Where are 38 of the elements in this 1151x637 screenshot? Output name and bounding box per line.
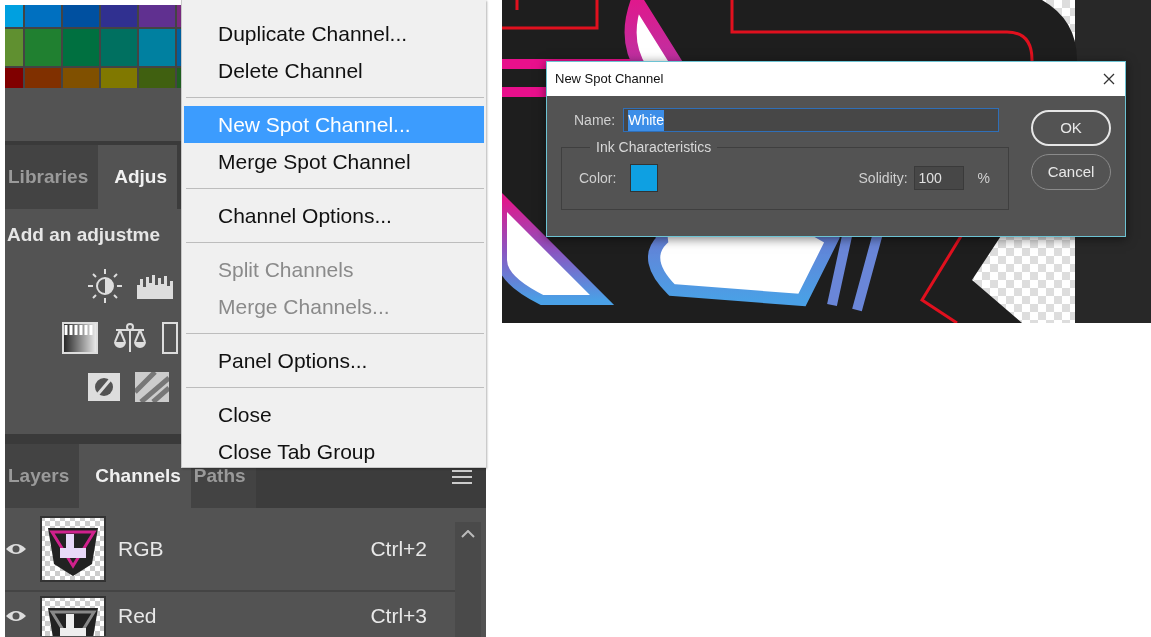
balance-scale-icon [112, 321, 148, 354]
dialog-button[interactable]: OK [1031, 110, 1111, 146]
brightness-icon [87, 267, 123, 304]
thumbnail-drawing [40, 596, 106, 636]
dialog-title: New Spot Channel [555, 70, 664, 89]
menu-item[interactable]: Channel Options... [184, 197, 484, 234]
channel-name: RGB [118, 536, 165, 563]
caret-icon [461, 530, 475, 538]
solidity-field[interactable]: 100 [913, 166, 964, 190]
menu-item[interactable]: Delete Channel [184, 52, 484, 89]
panel-tab[interactable]: Channels [79, 444, 191, 508]
unit-label: % [977, 168, 990, 188]
channel-name: Red [118, 603, 158, 630]
menu-item[interactable]: Merge Spot Channel [184, 143, 484, 180]
gradient-icon [62, 321, 98, 354]
menu-item[interactable]: Duplicate Channel... [184, 15, 484, 52]
dialog-button[interactable]: Cancel [1031, 154, 1111, 190]
shortcut-text: Ctrl+2 [370, 536, 427, 563]
color-swatch[interactable] [630, 164, 659, 192]
histogram-icon [137, 272, 175, 299]
panel-hint: Add an adjustme [7, 223, 162, 247]
menu-icon [452, 470, 472, 484]
scrollbar[interactable] [455, 522, 481, 637]
panel-tab[interactable]: Libraries [5, 145, 99, 209]
menu-item[interactable]: Panel Options... [184, 342, 484, 379]
panel-tab[interactable]: Layers [5, 444, 80, 508]
group-title: Ink Characteristics [595, 140, 713, 154]
close-icon [1103, 73, 1115, 85]
field-label: Solidity: [858, 168, 908, 188]
field-label: Color: [579, 168, 617, 188]
shortcut-text: Ctrl+3 [370, 603, 427, 630]
thumbnail-drawing [40, 516, 106, 582]
menu-item[interactable]: Close [184, 396, 484, 433]
rectangle-icon [162, 321, 178, 354]
panel-tab[interactable]: Adjus [98, 145, 178, 209]
stripes-icon [135, 371, 169, 402]
circle-slash-icon [87, 371, 121, 402]
field-label: Name: [574, 110, 616, 130]
